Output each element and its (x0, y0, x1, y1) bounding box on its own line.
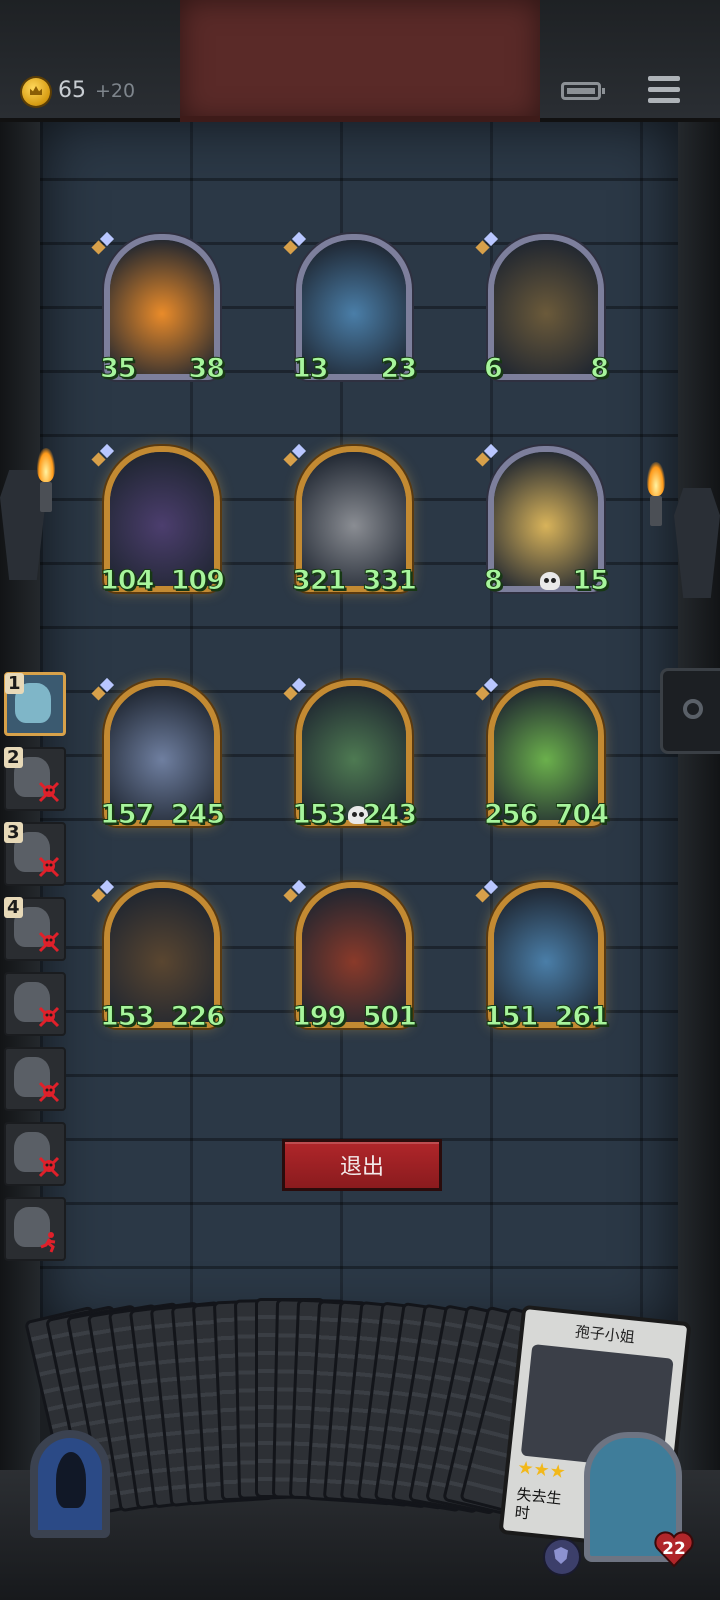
monster-health: 245 (170, 799, 225, 831)
monster-attack: 157 (99, 799, 154, 831)
roster-slot[interactable]: 4 (4, 897, 66, 961)
monster-health: 704 (554, 799, 609, 831)
red-skull-icon (38, 1006, 60, 1028)
coin-bonus: +20 (95, 80, 136, 102)
monster-health: 501 (362, 1001, 417, 1033)
monster-attack: 153 (99, 1001, 154, 1033)
roster-slot[interactable] (4, 1197, 66, 1261)
coin-count: 65 (58, 78, 86, 103)
monster-card-leaf-girl[interactable]: 256 704 (483, 677, 610, 831)
monster-health: 226 (170, 1001, 225, 1033)
featured-card-desc: 失去生时 (513, 1485, 563, 1523)
featured-card-stars: ★★★ (516, 1457, 567, 1484)
roster-slot[interactable]: 2 (4, 747, 66, 811)
roster-number: 3 (4, 822, 23, 843)
roster-number: 1 (5, 673, 24, 694)
red-skull-icon (38, 1081, 60, 1103)
monster-attack: 13 (292, 353, 330, 385)
monster-attack: 199 (291, 1001, 346, 1033)
monster-attack: 104 (99, 565, 154, 597)
monster-attack: 8 (484, 565, 504, 597)
red-skull-icon (38, 856, 60, 878)
portal-icon[interactable] (30, 1430, 110, 1538)
monster-health: 15 (572, 565, 610, 597)
monster-health: 261 (554, 1001, 609, 1033)
monster-art (494, 240, 598, 374)
monster-health: 8 (590, 353, 610, 385)
monster-card-treant[interactable]: 153 226 (99, 879, 226, 1033)
monster-attack: 256 (483, 799, 538, 831)
monster-card-pumpkin-ghost[interactable]: 35 38 (100, 231, 225, 385)
exit-button[interactable]: 退出 (282, 1139, 442, 1191)
monster-health: 23 (380, 353, 418, 385)
monster-health: 331 (362, 565, 417, 597)
hero-health: 22 (662, 1539, 686, 1559)
red-skull-icon (38, 781, 60, 803)
monster-card-elf-sorceress[interactable]: 13 23 (292, 231, 417, 385)
roster-slot[interactable] (4, 1047, 66, 1111)
left-torch-icon (34, 448, 58, 512)
roster-slot[interactable] (4, 972, 66, 1036)
running-man-icon (40, 1232, 56, 1253)
menu-icon[interactable] (648, 76, 680, 106)
heart-icon: 22 (653, 1530, 695, 1568)
roster-slot[interactable] (4, 1122, 66, 1186)
monster-card-vine-sprout[interactable]: 153 243 (291, 677, 418, 831)
monster-attack: 151 (483, 1001, 538, 1033)
monster-card-armored-knight[interactable]: 321 331 (291, 443, 418, 597)
monster-card-puppet-boy[interactable]: 8 15 (484, 443, 609, 597)
monster-health: 109 (170, 565, 225, 597)
battery-icon (561, 82, 605, 100)
top-curtain (180, 0, 540, 122)
monster-health: 38 (188, 353, 226, 385)
monster-card-goblin-shaman[interactable]: 68 (484, 231, 609, 385)
roster-number: 2 (4, 747, 23, 768)
skull-icon (540, 572, 560, 590)
roster-slot[interactable]: 3 (4, 822, 66, 886)
door-latch-icon (660, 668, 720, 754)
monster-card-fire-dragon[interactable]: 199 501 (291, 879, 418, 1033)
monster-card-elf-sorceress-elite[interactable]: 151 261 (483, 879, 610, 1033)
roster-number: 4 (4, 897, 23, 918)
monster-card-spore-mushroom[interactable]: 157 245 (99, 677, 226, 831)
red-skull-icon (38, 931, 60, 953)
roster-slot[interactable]: 1 (4, 672, 66, 736)
monster-card-hooded-brute[interactable]: 104 109 (99, 443, 226, 597)
shield-icon (543, 1538, 581, 1576)
monster-attack: 153 (291, 799, 346, 831)
right-torch-icon (644, 462, 668, 526)
monster-attack: 6 (484, 353, 504, 385)
red-skull-icon (38, 1156, 60, 1178)
monster-attack: 321 (291, 565, 346, 597)
monster-attack: 35 (100, 353, 138, 385)
crown-coin-icon (22, 78, 50, 106)
monster-health: 243 (362, 799, 417, 831)
